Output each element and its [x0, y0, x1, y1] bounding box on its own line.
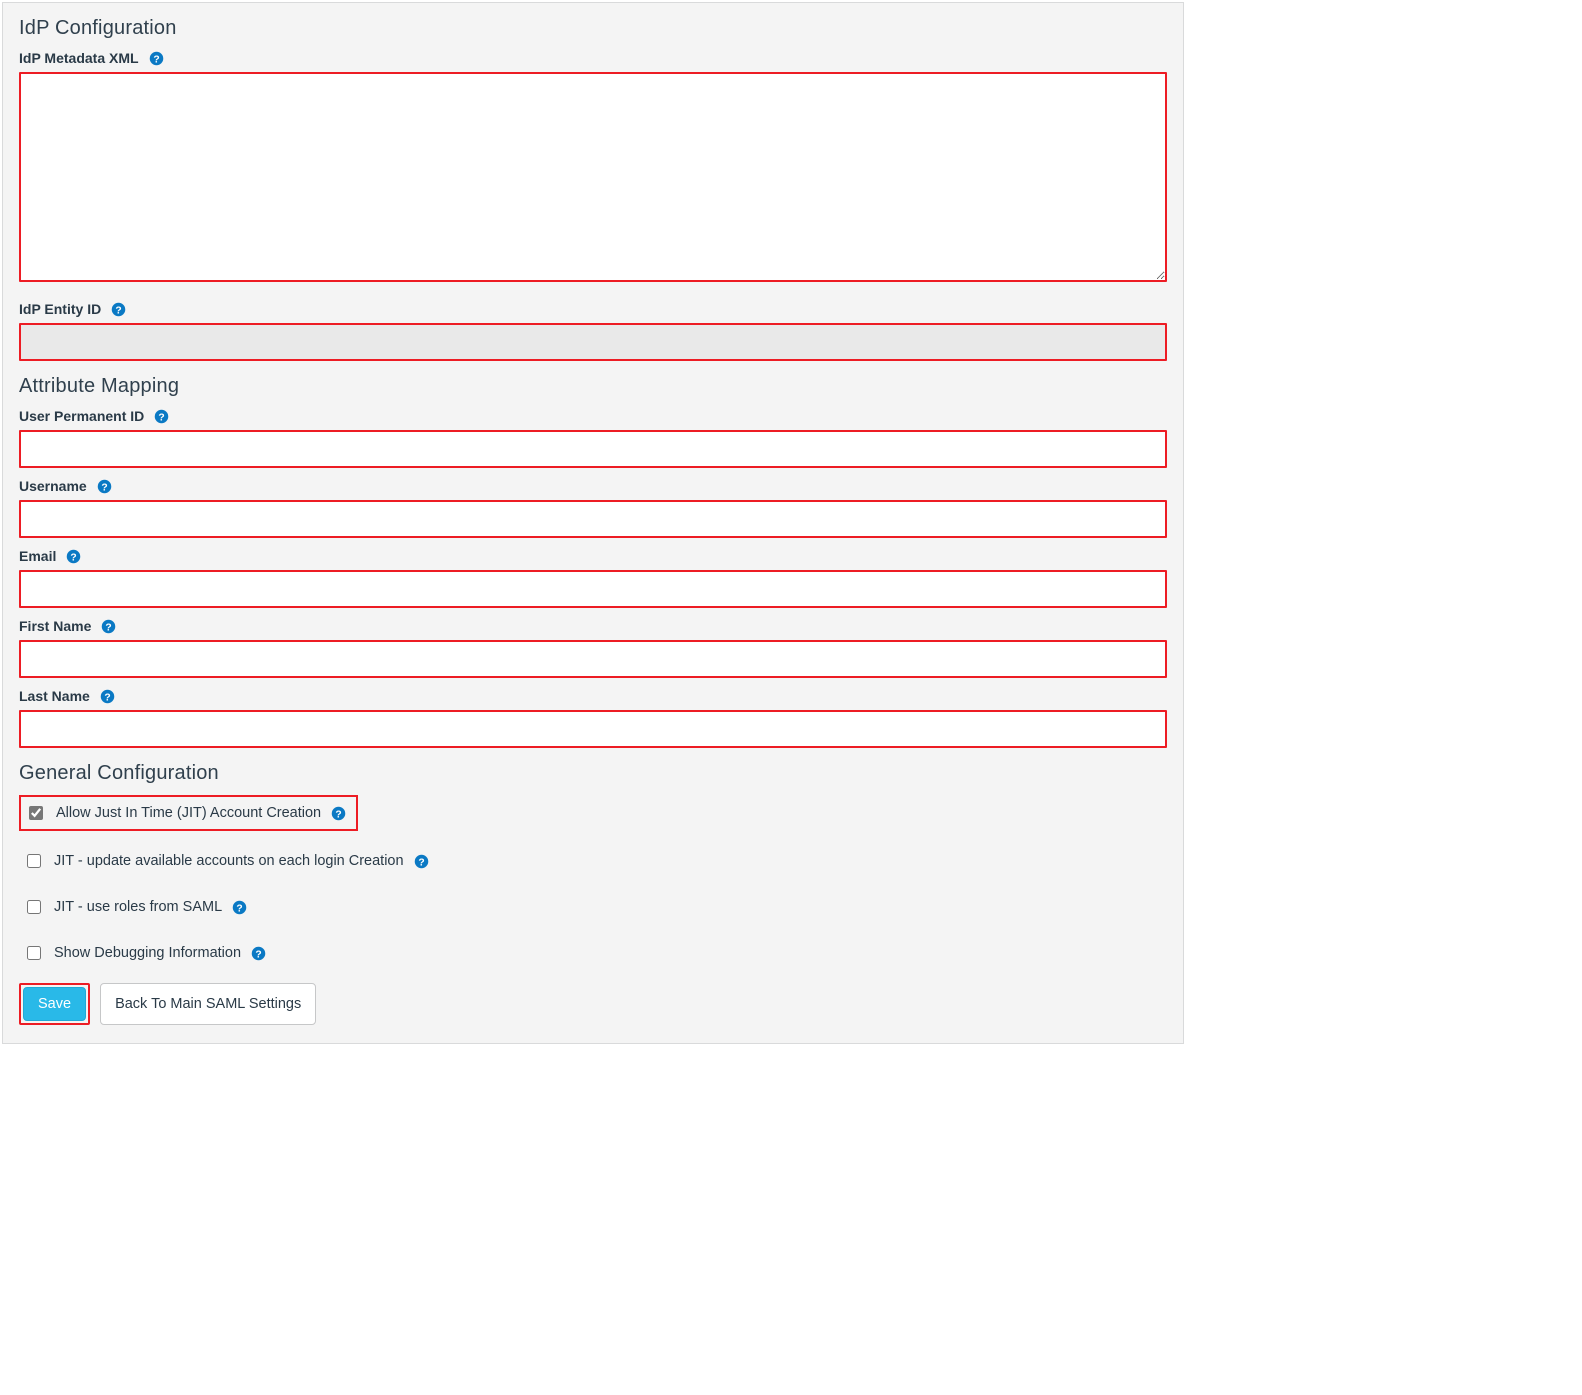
email-label-text: Email: [19, 548, 56, 564]
debug-label: Show Debugging Information: [54, 945, 241, 961]
help-icon[interactable]: ?: [331, 806, 346, 821]
idp-metadata-xml-input[interactable]: [19, 72, 1167, 282]
help-icon[interactable]: ?: [66, 549, 81, 564]
help-icon[interactable]: ?: [251, 946, 266, 961]
help-icon[interactable]: ?: [232, 900, 247, 915]
email-label: Email ?: [19, 548, 1167, 564]
idp-entity-id-label-text: IdP Entity ID: [19, 301, 101, 317]
help-icon[interactable]: ?: [149, 51, 164, 66]
idp-metadata-xml-label: IdP Metadata XML ?: [19, 50, 1167, 66]
first-name-label: First Name ?: [19, 618, 1167, 634]
button-row: Save Back To Main SAML Settings: [19, 983, 1167, 1025]
svg-text:?: ?: [153, 54, 159, 65]
first-name-label-text: First Name: [19, 618, 91, 634]
save-highlight: Save: [19, 983, 90, 1025]
svg-text:?: ?: [104, 692, 110, 703]
idp-entity-id-label: IdP Entity ID ?: [19, 301, 1167, 317]
save-button[interactable]: Save: [23, 987, 86, 1021]
last-name-label-text: Last Name: [19, 688, 90, 704]
svg-text:?: ?: [236, 903, 242, 914]
idp-metadata-xml-label-text: IdP Metadata XML: [19, 50, 139, 66]
user-permanent-id-label-text: User Permanent ID: [19, 408, 144, 424]
idp-entity-id-input[interactable]: [19, 323, 1167, 361]
username-input[interactable]: [19, 500, 1167, 538]
user-permanent-id-input[interactable]: [19, 430, 1167, 468]
jit-update-label: JIT - update available accounts on each …: [54, 853, 404, 869]
jit-update-row[interactable]: JIT - update available accounts on each …: [19, 845, 1167, 877]
jit-roles-checkbox[interactable]: [27, 900, 41, 914]
svg-text:?: ?: [106, 622, 112, 633]
user-permanent-id-label: User Permanent ID ?: [19, 408, 1167, 424]
svg-text:?: ?: [418, 857, 424, 868]
help-icon[interactable]: ?: [100, 689, 115, 704]
help-icon[interactable]: ?: [101, 619, 116, 634]
svg-text:?: ?: [71, 552, 77, 563]
svg-text:?: ?: [335, 809, 341, 820]
debug-checkbox[interactable]: [27, 946, 41, 960]
svg-text:?: ?: [159, 412, 165, 423]
first-name-input[interactable]: [19, 640, 1167, 678]
debug-row[interactable]: Show Debugging Information ?: [19, 937, 1167, 969]
help-icon[interactable]: ?: [414, 854, 429, 869]
section-general-configuration: General Configuration: [19, 762, 1167, 785]
jit-roles-row[interactable]: JIT - use roles from SAML ?: [19, 891, 1167, 923]
svg-text:?: ?: [116, 305, 122, 316]
help-icon[interactable]: ?: [97, 479, 112, 494]
section-idp-configuration: IdP Configuration: [19, 17, 1167, 40]
help-icon[interactable]: ?: [111, 302, 126, 317]
help-icon[interactable]: ?: [154, 409, 169, 424]
svg-text:?: ?: [255, 949, 261, 960]
section-attribute-mapping: Attribute Mapping: [19, 375, 1167, 398]
idp-config-panel: IdP Configuration IdP Metadata XML ? IdP…: [2, 2, 1184, 1044]
back-button[interactable]: Back To Main SAML Settings: [100, 983, 316, 1025]
last-name-label: Last Name ?: [19, 688, 1167, 704]
jit-update-checkbox[interactable]: [27, 854, 41, 868]
last-name-input[interactable]: [19, 710, 1167, 748]
username-label: Username ?: [19, 478, 1167, 494]
jit-roles-label: JIT - use roles from SAML: [54, 899, 222, 915]
svg-text:?: ?: [101, 482, 107, 493]
jit-create-label: Allow Just In Time (JIT) Account Creatio…: [56, 805, 321, 821]
jit-create-checkbox[interactable]: [29, 806, 43, 820]
username-label-text: Username: [19, 478, 87, 494]
jit-create-row[interactable]: Allow Just In Time (JIT) Account Creatio…: [19, 795, 358, 831]
email-input[interactable]: [19, 570, 1167, 608]
